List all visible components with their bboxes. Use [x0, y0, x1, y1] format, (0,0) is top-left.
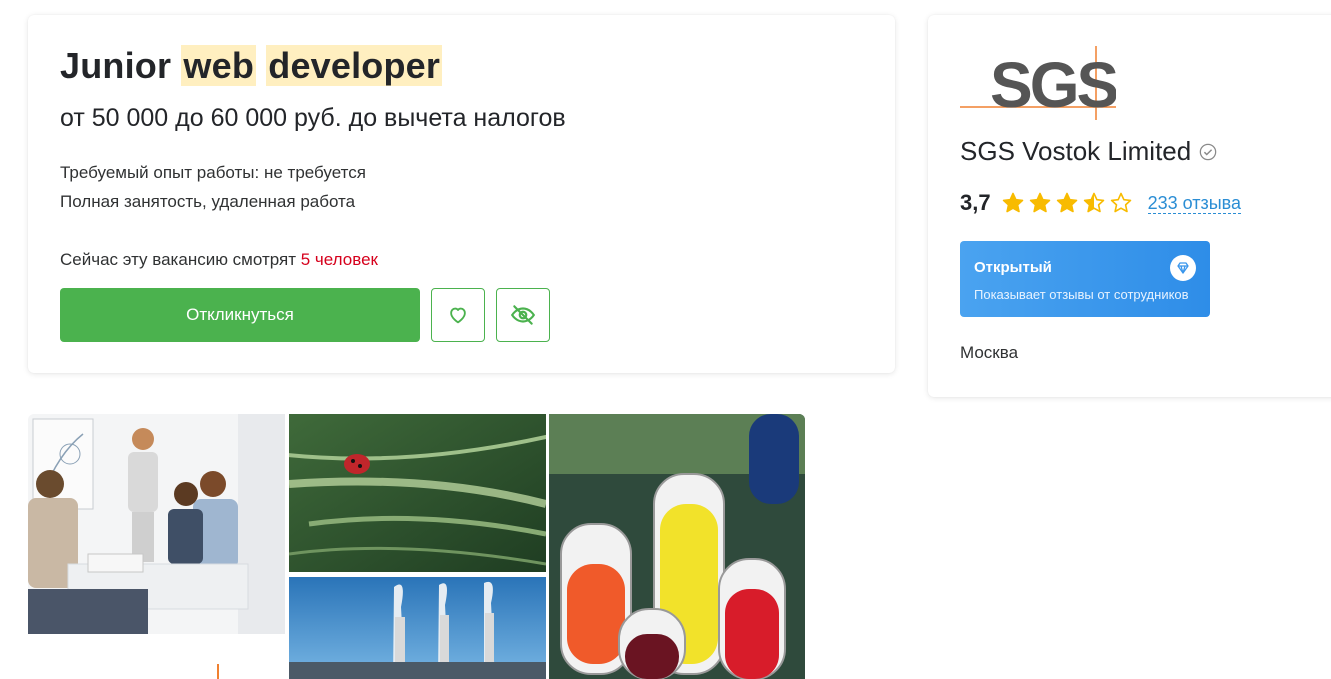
reviews-link[interactable]: 233 отзыва [1147, 193, 1242, 214]
apply-button[interactable]: Откликнуться [60, 288, 420, 342]
vacancy-title: Junior web developer [60, 45, 443, 87]
watchers-count: 5 человек [300, 250, 378, 269]
verified-check-icon [1199, 143, 1217, 160]
star-icon [1056, 192, 1077, 213]
favorite-button[interactable] [431, 288, 485, 342]
star-icon [1110, 192, 1131, 213]
open-employer-badge[interactable]: Открытый Показывает отзывы от сотруднико… [960, 241, 1210, 317]
company-name[interactable]: SGS Vostok Limited [960, 136, 1217, 167]
star-icon [1029, 192, 1050, 213]
badge-title: Открытый [974, 259, 1052, 276]
star-icon [1083, 192, 1104, 213]
watchers-label: Сейчас эту вакансию смотрят [60, 250, 296, 269]
star-icon [1002, 192, 1023, 213]
rating-stars [1001, 191, 1136, 215]
hide-vacancy-button[interactable] [496, 288, 550, 342]
company-name-text[interactable]: SGS Vostok Limited [960, 136, 1191, 167]
gallery-photo-wheat[interactable] [289, 414, 546, 572]
company-city: Москва [960, 343, 1019, 362]
gallery-photo-office[interactable] [28, 414, 285, 679]
eye-off-icon [510, 305, 536, 325]
heart-icon [450, 307, 466, 324]
company-logo[interactable]: SGS [960, 46, 1120, 121]
title-highlight-web: web [181, 45, 257, 86]
vacancy-watchers: Сейчас эту вакансию смотрят 5 человек [60, 250, 378, 270]
rating-value: 3,7 [960, 190, 991, 215]
company-card: SGS SGS Vostok Limited 3,7 233 отзыва От… [928, 15, 1331, 397]
company-rating: 3,7 233 отзыва [960, 189, 1242, 217]
title-highlight-developer: developer [266, 45, 443, 86]
vacancy-employment: Полная занятость, удаленная работа [60, 192, 356, 211]
logo-text: SGS [990, 49, 1116, 120]
badge-subtitle: Показывает отзывы от сотрудников [974, 287, 1189, 302]
gallery-photo-test-tubes[interactable] [549, 414, 805, 679]
vacancy-experience: Требуемый опыт работы: не требуется [60, 163, 366, 182]
vacancy-card: Junior web developer от 50 000 до 60 000… [28, 15, 895, 373]
gallery-photo-chimneys[interactable] [289, 577, 546, 679]
company-photo-gallery[interactable] [28, 414, 805, 679]
diamond-icon [1170, 255, 1196, 281]
vacancy-salary: от 50 000 до 60 000 руб. до вычета налог… [60, 104, 566, 132]
title-word-junior: Junior [60, 45, 172, 86]
